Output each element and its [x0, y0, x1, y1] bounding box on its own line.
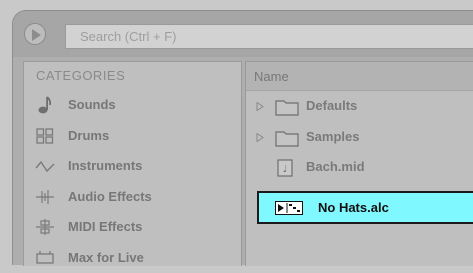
expand-triangle-icon[interactable] — [256, 133, 264, 142]
category-max-for-live[interactable]: Max for Live — [24, 243, 241, 273]
file-row-label: Samples — [306, 122, 359, 152]
category-audio-effects[interactable]: Audio Effects — [24, 182, 241, 213]
audio-effects-icon — [35, 188, 55, 206]
search-input[interactable]: Search (Ctrl + F) — [65, 24, 473, 49]
category-label: MIDI Effects — [68, 219, 142, 234]
file-row-label: Defaults — [306, 91, 357, 121]
file-row-bach-mid[interactable]: ♩ Bach.mid — [246, 152, 473, 183]
midi-effects-icon — [35, 218, 55, 236]
browser-window: Search (Ctrl + F) CATEGORIES Sounds — [12, 10, 473, 265]
categories-header: CATEGORIES — [24, 62, 241, 90]
midi-file-icon: ♩ — [275, 159, 295, 177]
category-label: Audio Effects — [68, 189, 152, 204]
file-row-samples[interactable]: Samples — [246, 122, 473, 153]
max-for-live-icon — [35, 249, 55, 267]
category-drums[interactable]: Drums — [24, 121, 241, 152]
category-instruments[interactable]: Instruments — [24, 151, 241, 182]
category-midi-effects[interactable]: MIDI Effects — [24, 212, 241, 243]
file-row-label: Bach.mid — [306, 152, 365, 182]
file-row-defaults[interactable]: Defaults — [246, 91, 473, 122]
expand-triangle-icon[interactable] — [256, 102, 264, 111]
category-sounds[interactable]: Sounds — [24, 90, 241, 121]
file-row-no-hats-selected[interactable]: No Hats.alc — [257, 191, 473, 224]
category-label: Instruments — [68, 158, 142, 173]
browser-back-button[interactable] — [24, 23, 46, 45]
category-label: Max for Live — [68, 250, 144, 265]
waveform-icon — [35, 157, 55, 175]
file-row-label: No Hats.alc — [318, 193, 389, 222]
browser-toolbar: Search (Ctrl + F) — [13, 11, 473, 57]
svg-text:♩: ♩ — [283, 164, 288, 175]
file-list-panel: Name Defaults Samples ♩ Bach.mi — [245, 61, 473, 266]
category-label: Sounds — [68, 97, 116, 112]
categories-panel: CATEGORIES Sounds Drums — [23, 61, 242, 266]
name-column-header[interactable]: Name — [246, 62, 473, 91]
live-clip-icon — [275, 201, 303, 215]
category-label: Drums — [68, 128, 109, 143]
note-icon — [35, 96, 55, 114]
folder-icon — [275, 129, 299, 147]
drum-grid-icon — [35, 127, 55, 145]
play-triangle-icon — [31, 29, 41, 41]
folder-icon — [275, 98, 299, 116]
